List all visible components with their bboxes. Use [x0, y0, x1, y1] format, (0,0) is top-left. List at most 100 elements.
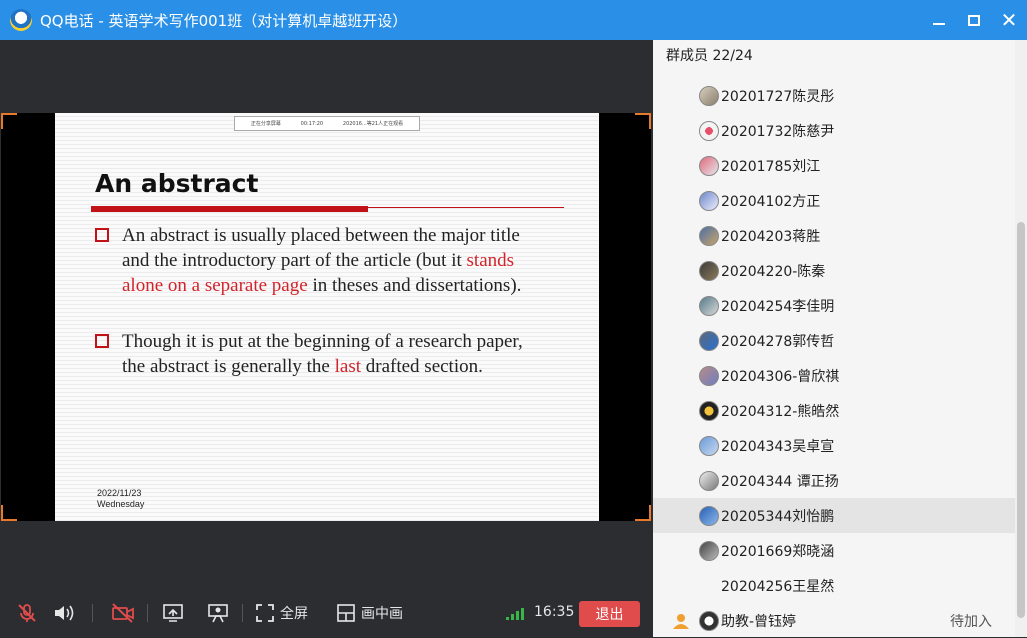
avatar — [699, 541, 719, 561]
speaker-button[interactable] — [52, 588, 76, 637]
avatar — [699, 331, 719, 351]
avatar — [699, 261, 719, 281]
member-item[interactable]: 20204220-陈秦 — [653, 253, 1015, 288]
slide-bullet: An abstract is usually placed between th… — [95, 223, 535, 298]
signal-icon — [506, 608, 524, 620]
fullscreen-label: 全屏 — [280, 605, 308, 622]
speaker-icon — [55, 605, 74, 620]
avatar — [699, 436, 719, 456]
member-name: 20204102方正 — [721, 193, 821, 210]
title-bar: QQ电话 - 英语学术写作001班（对计算机卓越班开设） ✕ — [0, 0, 1027, 40]
window-title: QQ电话 - 英语学术写作001班（对计算机卓越班开设） — [40, 11, 408, 30]
member-item[interactable]: 20201732陈慈尹 — [653, 113, 1015, 148]
maximize-icon — [968, 14, 980, 26]
member-panel: 群成员 22/24 20201727陈灵彤 20201732陈慈尹 202017… — [653, 40, 1027, 637]
call-clock: 16:35 — [534, 604, 575, 620]
presenter-icon — [208, 603, 228, 622]
bullet-square-icon — [95, 228, 109, 242]
member-item[interactable]: 20204306-曾欣祺 — [653, 358, 1015, 393]
avatar — [699, 366, 719, 386]
member-name: 20204306-曾欣祺 — [721, 368, 840, 385]
exit-call-button[interactable]: 退出 — [579, 601, 640, 627]
fullscreen-button[interactable]: 全屏 — [256, 588, 308, 637]
camera-button[interactable] — [111, 588, 135, 637]
avatar — [699, 471, 719, 491]
qq-logo-icon — [10, 9, 32, 31]
member-item[interactable]: 20201669郑晓涵 — [653, 533, 1015, 568]
member-item[interactable]: 20204102方正 — [653, 183, 1015, 218]
frame-corner — [635, 113, 651, 129]
member-item[interactable]: 20204343吴卓宣 — [653, 428, 1015, 463]
avatar — [699, 401, 719, 421]
member-item[interactable]: 20204203蒋胜 — [653, 218, 1015, 253]
member-item[interactable]: 20204312-熊皓然 — [653, 393, 1015, 428]
member-status: 待加入 — [950, 613, 992, 630]
maximize-button[interactable] — [957, 0, 991, 40]
share-banner-time: 00:17:20 — [300, 120, 324, 127]
avatar — [699, 156, 719, 176]
bullet-highlight: last — [334, 356, 361, 377]
frame-corner — [635, 505, 651, 521]
bullet-square-icon — [95, 334, 109, 348]
member-item[interactable]: 20201727陈灵彤 — [653, 78, 1015, 113]
call-toolbar: 全屏 画中画 16:35 退出 — [0, 588, 653, 637]
share-banner-status: 正在分享屏幕 — [250, 121, 281, 127]
member-name: 助教-曾钰婷 — [721, 613, 797, 630]
member-name: 20204312-熊皓然 — [721, 403, 840, 420]
pip-button[interactable]: 画中画 — [337, 588, 403, 637]
bullet-text: in theses and dissertations). — [307, 275, 522, 296]
screen-share-icon — [163, 603, 183, 622]
member-name: 20204220-陈秦 — [721, 263, 826, 280]
member-item[interactable]: 20204278郭传哲 — [653, 323, 1015, 358]
member-item[interactable]: 20204256王星然 — [653, 568, 1015, 603]
pip-icon — [337, 603, 355, 622]
member-item[interactable]: 助教-曾钰婷 待加入 — [653, 603, 1015, 638]
toolbar-divider — [92, 604, 93, 622]
mute-mic-button[interactable] — [16, 588, 38, 637]
slide-bullet: Though it is put at the beginning of a r… — [95, 329, 535, 379]
avatar — [699, 611, 719, 631]
member-item[interactable]: 20204254李佳明 — [653, 288, 1015, 323]
presenter-button[interactable] — [207, 588, 229, 637]
member-item[interactable]: 20205344刘怡鹏 — [653, 498, 1015, 533]
toolbar-divider — [147, 604, 148, 622]
frame-corner — [1, 505, 17, 521]
member-name: 20205344刘怡鹏 — [721, 508, 835, 525]
screen-share-button[interactable] — [162, 588, 184, 637]
close-button[interactable]: ✕ — [992, 0, 1026, 40]
video-area: 正在分享屏幕 00:17:20 202016...等21人正在观看 An abs… — [0, 40, 653, 588]
user-pending-icon — [673, 614, 689, 629]
member-name: 20204256王星然 — [721, 578, 835, 595]
avatar — [699, 506, 719, 526]
bullet-text: drafted section. — [361, 356, 483, 377]
screen-share-frame[interactable]: 正在分享屏幕 00:17:20 202016...等21人正在观看 An abs… — [1, 113, 651, 521]
member-name: 20204344 谭正扬 — [721, 473, 839, 490]
mic-muted-icon — [18, 603, 36, 622]
avatar — [699, 86, 719, 106]
member-name: 20201732陈慈尹 — [721, 123, 835, 140]
avatar — [699, 226, 719, 246]
scrollbar-thumb[interactable] — [1017, 222, 1025, 618]
avatar — [699, 121, 719, 141]
avatar — [699, 191, 719, 211]
toolbar-divider — [242, 604, 243, 622]
avatar — [699, 296, 719, 316]
member-name: 20201785刘江 — [721, 158, 821, 175]
slide-title: An abstract — [95, 169, 259, 198]
member-name: 20204343吴卓宣 — [721, 438, 835, 455]
camera-off-icon — [112, 602, 134, 623]
member-count-header: 群成员 22/24 — [666, 48, 753, 64]
member-name: 20204254李佳明 — [721, 298, 835, 315]
share-status-banner: 正在分享屏幕 00:17:20 202016...等21人正在观看 — [234, 116, 420, 131]
slide-date: 2022/11/23 Wednesday — [97, 488, 144, 510]
member-name: 20204278郭传哲 — [721, 333, 835, 350]
member-item[interactable]: 20201785刘江 — [653, 148, 1015, 183]
pip-label: 画中画 — [361, 605, 403, 622]
minimize-button[interactable] — [922, 0, 956, 40]
member-name: 20201727陈灵彤 — [721, 88, 835, 105]
minimize-icon — [933, 23, 945, 25]
share-banner-viewers: 202016...等21人正在观看 — [342, 121, 404, 127]
title-underline — [91, 206, 368, 212]
member-item[interactable]: 20204344 谭正扬 — [653, 463, 1015, 498]
shared-slide: 正在分享屏幕 00:17:20 202016...等21人正在观看 An abs… — [55, 113, 599, 521]
